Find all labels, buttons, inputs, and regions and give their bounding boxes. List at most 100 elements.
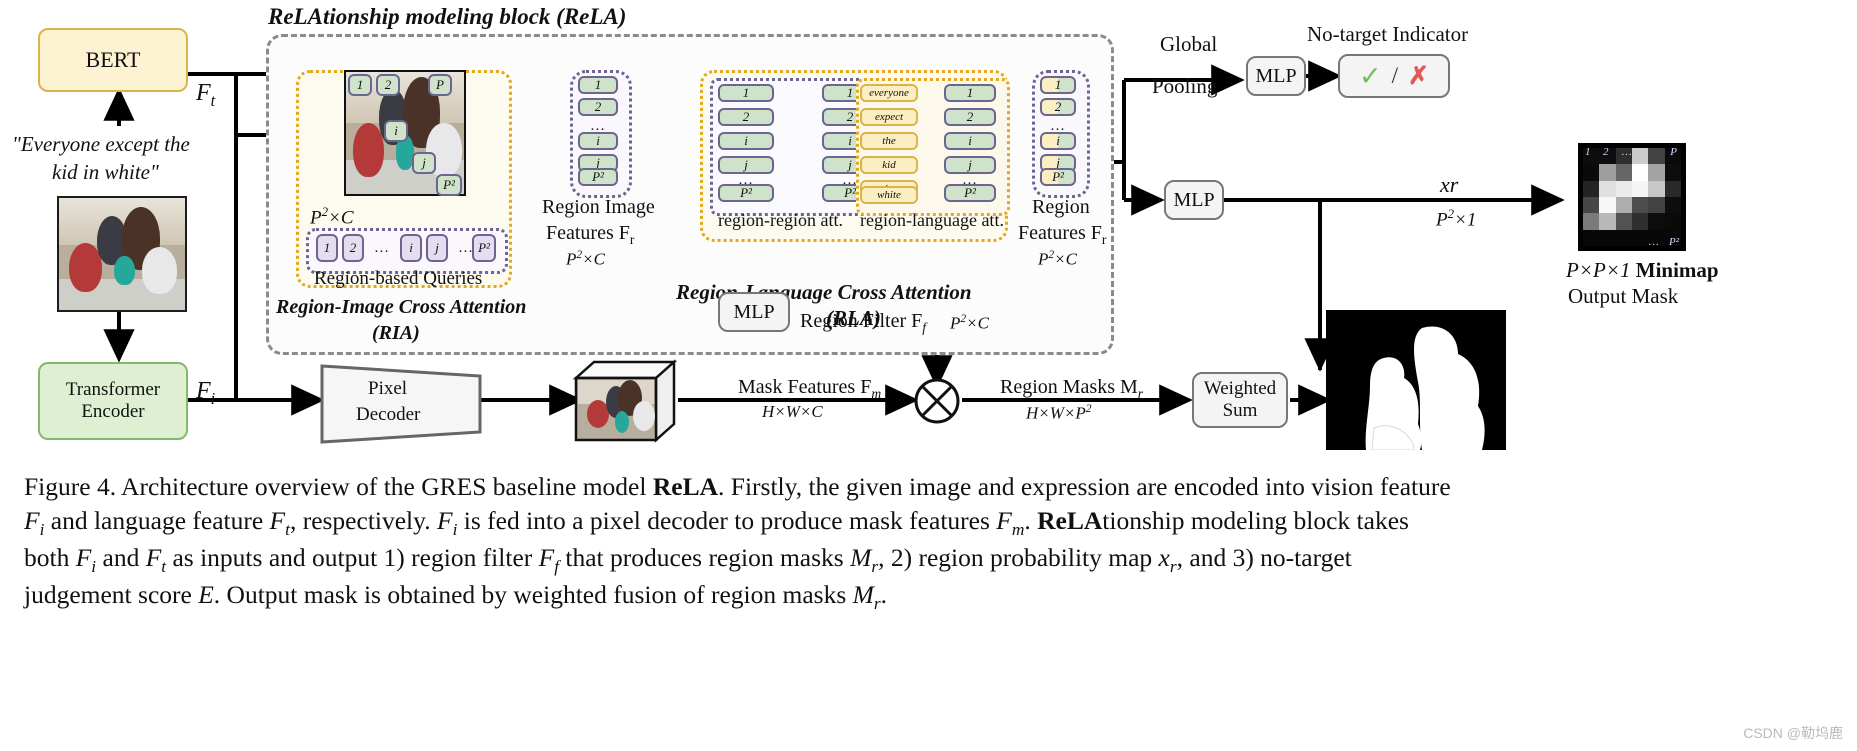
p2x1-label: P2×1	[1436, 206, 1477, 231]
xr-label: xr	[1440, 172, 1459, 197]
transformer-encoder-node[interactable]: Transformer Encoder	[38, 362, 188, 440]
rl-right-token: P²	[944, 184, 996, 202]
minimap-cell	[1648, 213, 1665, 230]
minimap-cell	[1632, 164, 1649, 181]
minimap-cell	[1664, 180, 1681, 197]
encoder-label: Transformer Encoder	[65, 379, 161, 422]
rr-left-token: 2	[718, 108, 774, 126]
mlp-label: MLP	[1173, 188, 1215, 211]
figure-root: BERT Ft "Everyone except the kid in whit…	[0, 0, 1857, 751]
mask-features-label: Mask Features Fm	[738, 376, 882, 401]
minimap-image: 1 2 … P … P²	[1578, 143, 1686, 251]
rif-label-line1: Region Image	[542, 196, 655, 218]
query-token: 1	[316, 234, 338, 262]
no-target-mlp[interactable]: MLP	[1246, 56, 1306, 96]
expression-line1: "Everyone except the	[12, 132, 190, 156]
rif-token: 1	[578, 76, 618, 94]
minimap-cell	[1599, 164, 1616, 181]
ria-subtitle: (RIA)	[372, 322, 420, 344]
mask-feature-cube	[572, 359, 678, 443]
query-ellipsis: …	[374, 240, 390, 256]
minimap-cell	[1632, 148, 1649, 165]
mask-features-dim: H×W×C	[762, 402, 823, 421]
query-token: 2	[342, 234, 364, 262]
minimap-cell	[1583, 164, 1600, 181]
pixel-decoder-line2: Decoder	[356, 404, 421, 425]
lang-token: kid	[860, 156, 918, 174]
global-pooling-line1: Global	[1160, 32, 1218, 56]
minimap-cell	[1664, 164, 1681, 181]
figure-caption: Figure 4. Architecture overview of the G…	[24, 472, 1451, 614]
minimap-label-ell: …	[1621, 146, 1632, 158]
minimap-cell	[1599, 197, 1616, 214]
region-queries-label: Region-based Queries	[314, 268, 483, 289]
no-target-indicator-label: No-target Indicator	[1307, 22, 1469, 46]
minimap-mlp[interactable]: MLP	[1164, 180, 1224, 220]
minimap-cell	[1615, 164, 1632, 181]
no-target-indicator-box[interactable]: ✓ / ✗	[1338, 54, 1450, 98]
minimap-label-1: 1	[1585, 146, 1591, 158]
rr-left-token: P²	[718, 184, 774, 202]
minimap-cell	[1632, 213, 1649, 230]
region-masks-dim: H×W×P2	[1026, 402, 1092, 423]
minimap-caption: P×P×1 Minimap	[1566, 258, 1719, 282]
mlp-label: MLP	[733, 300, 775, 323]
output-mask-label: Output Mask	[1568, 284, 1679, 308]
weighted-sum-node[interactable]: Weighted Sum	[1192, 372, 1288, 428]
rif-token: 2	[578, 98, 618, 116]
minimap-cell	[1615, 180, 1632, 197]
rf-token: 1	[1040, 76, 1076, 94]
minimap-cell	[1583, 213, 1600, 230]
patch-label-2: 2	[376, 74, 400, 96]
bert-node[interactable]: BERT	[38, 28, 188, 92]
query-token: i	[400, 234, 422, 262]
slash-separator: /	[1391, 63, 1399, 88]
rf-token: 2	[1040, 98, 1076, 116]
rf-token: i	[1040, 132, 1076, 150]
cross-icon: ✗	[1408, 63, 1429, 90]
rl-right-token: 2	[944, 108, 996, 126]
minimap-cell	[1583, 229, 1600, 246]
watermark: CSDN @勒坞鹿	[1743, 725, 1843, 741]
minimap-cell	[1615, 197, 1632, 214]
minimap-cell	[1632, 197, 1649, 214]
rl-right-token: i	[944, 132, 996, 150]
minimap-cell	[1583, 197, 1600, 214]
minimap-label-ell2: …	[1648, 236, 1659, 248]
ft-label: Ft	[196, 80, 216, 110]
rf-label-line2: Features Fr	[1018, 222, 1107, 247]
multiply-operator	[914, 378, 960, 424]
rr-left-token: i	[718, 132, 774, 150]
minimap-label-2: 2	[1603, 146, 1609, 158]
minimap-cell	[1599, 229, 1616, 246]
minimap-cell	[1599, 213, 1616, 230]
check-icon: ✓	[1359, 60, 1382, 91]
bert-label: BERT	[85, 47, 141, 72]
query-token: j	[426, 234, 448, 262]
rf-label-line1: Region	[1032, 196, 1090, 218]
minimap-cell	[1648, 197, 1665, 214]
region-filter-mlp[interactable]: MLP	[718, 292, 790, 332]
minimap-cell	[1664, 213, 1681, 230]
ria-title: Region-Image Cross Attention	[276, 296, 527, 318]
global-pooling-line2: Pooling	[1152, 74, 1218, 98]
rif-label-line2: Features Fr	[546, 222, 635, 247]
query-token: P²	[472, 234, 496, 262]
minimap-cell	[1615, 229, 1632, 246]
rf-dim: P2×C	[1038, 248, 1077, 269]
patch-label-P2: P²	[436, 174, 462, 196]
minimap-cell	[1583, 180, 1600, 197]
pixel-decoder-line1: Pixel	[368, 378, 408, 399]
rif-dim: P2×C	[566, 248, 605, 269]
rif-token: P²	[578, 168, 618, 186]
minimap-cell	[1648, 148, 1665, 165]
minimap-cell	[1664, 197, 1681, 214]
output-mask-image	[1326, 310, 1506, 450]
rela-block-title: ReLAtionship modeling block (ReLA)	[268, 4, 627, 29]
patch-label-1: 1	[348, 74, 372, 96]
region-filter-label: Region Filter Ff	[800, 310, 927, 335]
patch-label-P: P	[428, 74, 452, 96]
ria-dim-label: P2×C	[310, 204, 354, 229]
patch-label-j: j	[412, 152, 436, 174]
lang-token: white	[860, 186, 918, 204]
